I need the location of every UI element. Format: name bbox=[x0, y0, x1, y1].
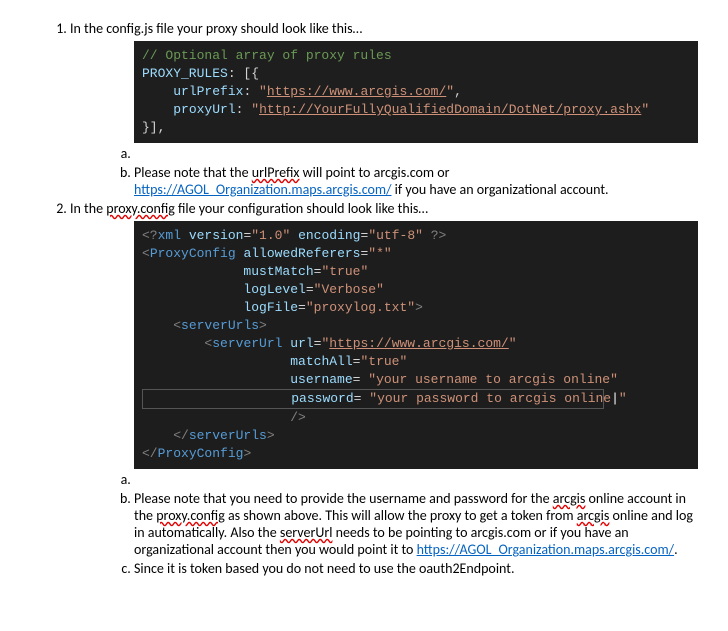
code-key-urlprefix: urlPrefix bbox=[173, 84, 243, 99]
item2-intro: In the proxy.config file your configurat… bbox=[70, 200, 428, 217]
tag-serverurls: serverUrls bbox=[181, 318, 259, 333]
ordered-list-top: In the config.js file your proxy should … bbox=[30, 20, 698, 577]
tag-proxyconfig: ProxyConfig bbox=[150, 246, 236, 261]
list-item-1: In the config.js file your proxy should … bbox=[70, 20, 698, 198]
item2-a bbox=[134, 471, 698, 488]
item1-a bbox=[134, 145, 698, 162]
squiggle-arcgis-1: arcgis bbox=[553, 490, 586, 507]
item1-intro: In the config.js file your proxy should … bbox=[70, 20, 362, 37]
link-agol-1[interactable]: https://AGOL_Organization.maps.arcgis.co… bbox=[134, 181, 392, 198]
squiggle-arcgis-2: arcgis bbox=[577, 507, 610, 524]
sublist-1: Please note that the urlPrefix will poin… bbox=[70, 145, 698, 198]
code-url-proxy: http://YourFullyQualifiedDomain/DotNet/p… bbox=[259, 102, 641, 117]
code-block-configjs: // Optional array of proxy rules PROXY_R… bbox=[134, 41, 698, 143]
text-caret-icon: | bbox=[611, 391, 619, 406]
code-block-proxyconfig: <?xml version="1.0" encoding="utf-8" ?> … bbox=[134, 221, 698, 469]
squiggle-proxyconfig-1: proxy.config bbox=[106, 200, 175, 217]
code-cursor-line: password= "your password to arcgis onlin… bbox=[142, 389, 604, 409]
code-password-value: "your password to arcgis online bbox=[369, 391, 611, 406]
item1-b: Please note that the urlPrefix will poin… bbox=[134, 164, 698, 198]
code-key-proxyurl: proxyUrl bbox=[173, 102, 235, 117]
squiggle-serverurl: serverUrl bbox=[280, 524, 333, 541]
code-serverurl-value: https://www.arcgis.com/ bbox=[329, 336, 508, 351]
tag-serverurl: serverUrl bbox=[212, 336, 282, 351]
squiggle-urlprefix: urlPrefix bbox=[252, 164, 300, 181]
item2-c: Since it is token based you do not need … bbox=[134, 560, 698, 577]
list-item-2: In the proxy.config file your configurat… bbox=[70, 200, 698, 577]
code-url-arcgis: https://www.arcgis.com/ bbox=[267, 84, 446, 99]
code-key-proxyrules: PROXY_RULES bbox=[142, 66, 228, 81]
link-agol-2[interactable]: https://AGOL_Organization.maps.arcgis.co… bbox=[417, 541, 675, 558]
sublist-2: Please note that you need to provide the… bbox=[70, 471, 698, 577]
squiggle-proxyconfig-2: proxy.config bbox=[156, 507, 225, 524]
code-comment: // Optional array of proxy rules bbox=[142, 48, 392, 63]
document-page: In the config.js file your proxy should … bbox=[0, 0, 728, 599]
item2-b: Please note that you need to provide the… bbox=[134, 490, 698, 558]
code-username-value: "your username to arcgis online" bbox=[368, 372, 618, 387]
